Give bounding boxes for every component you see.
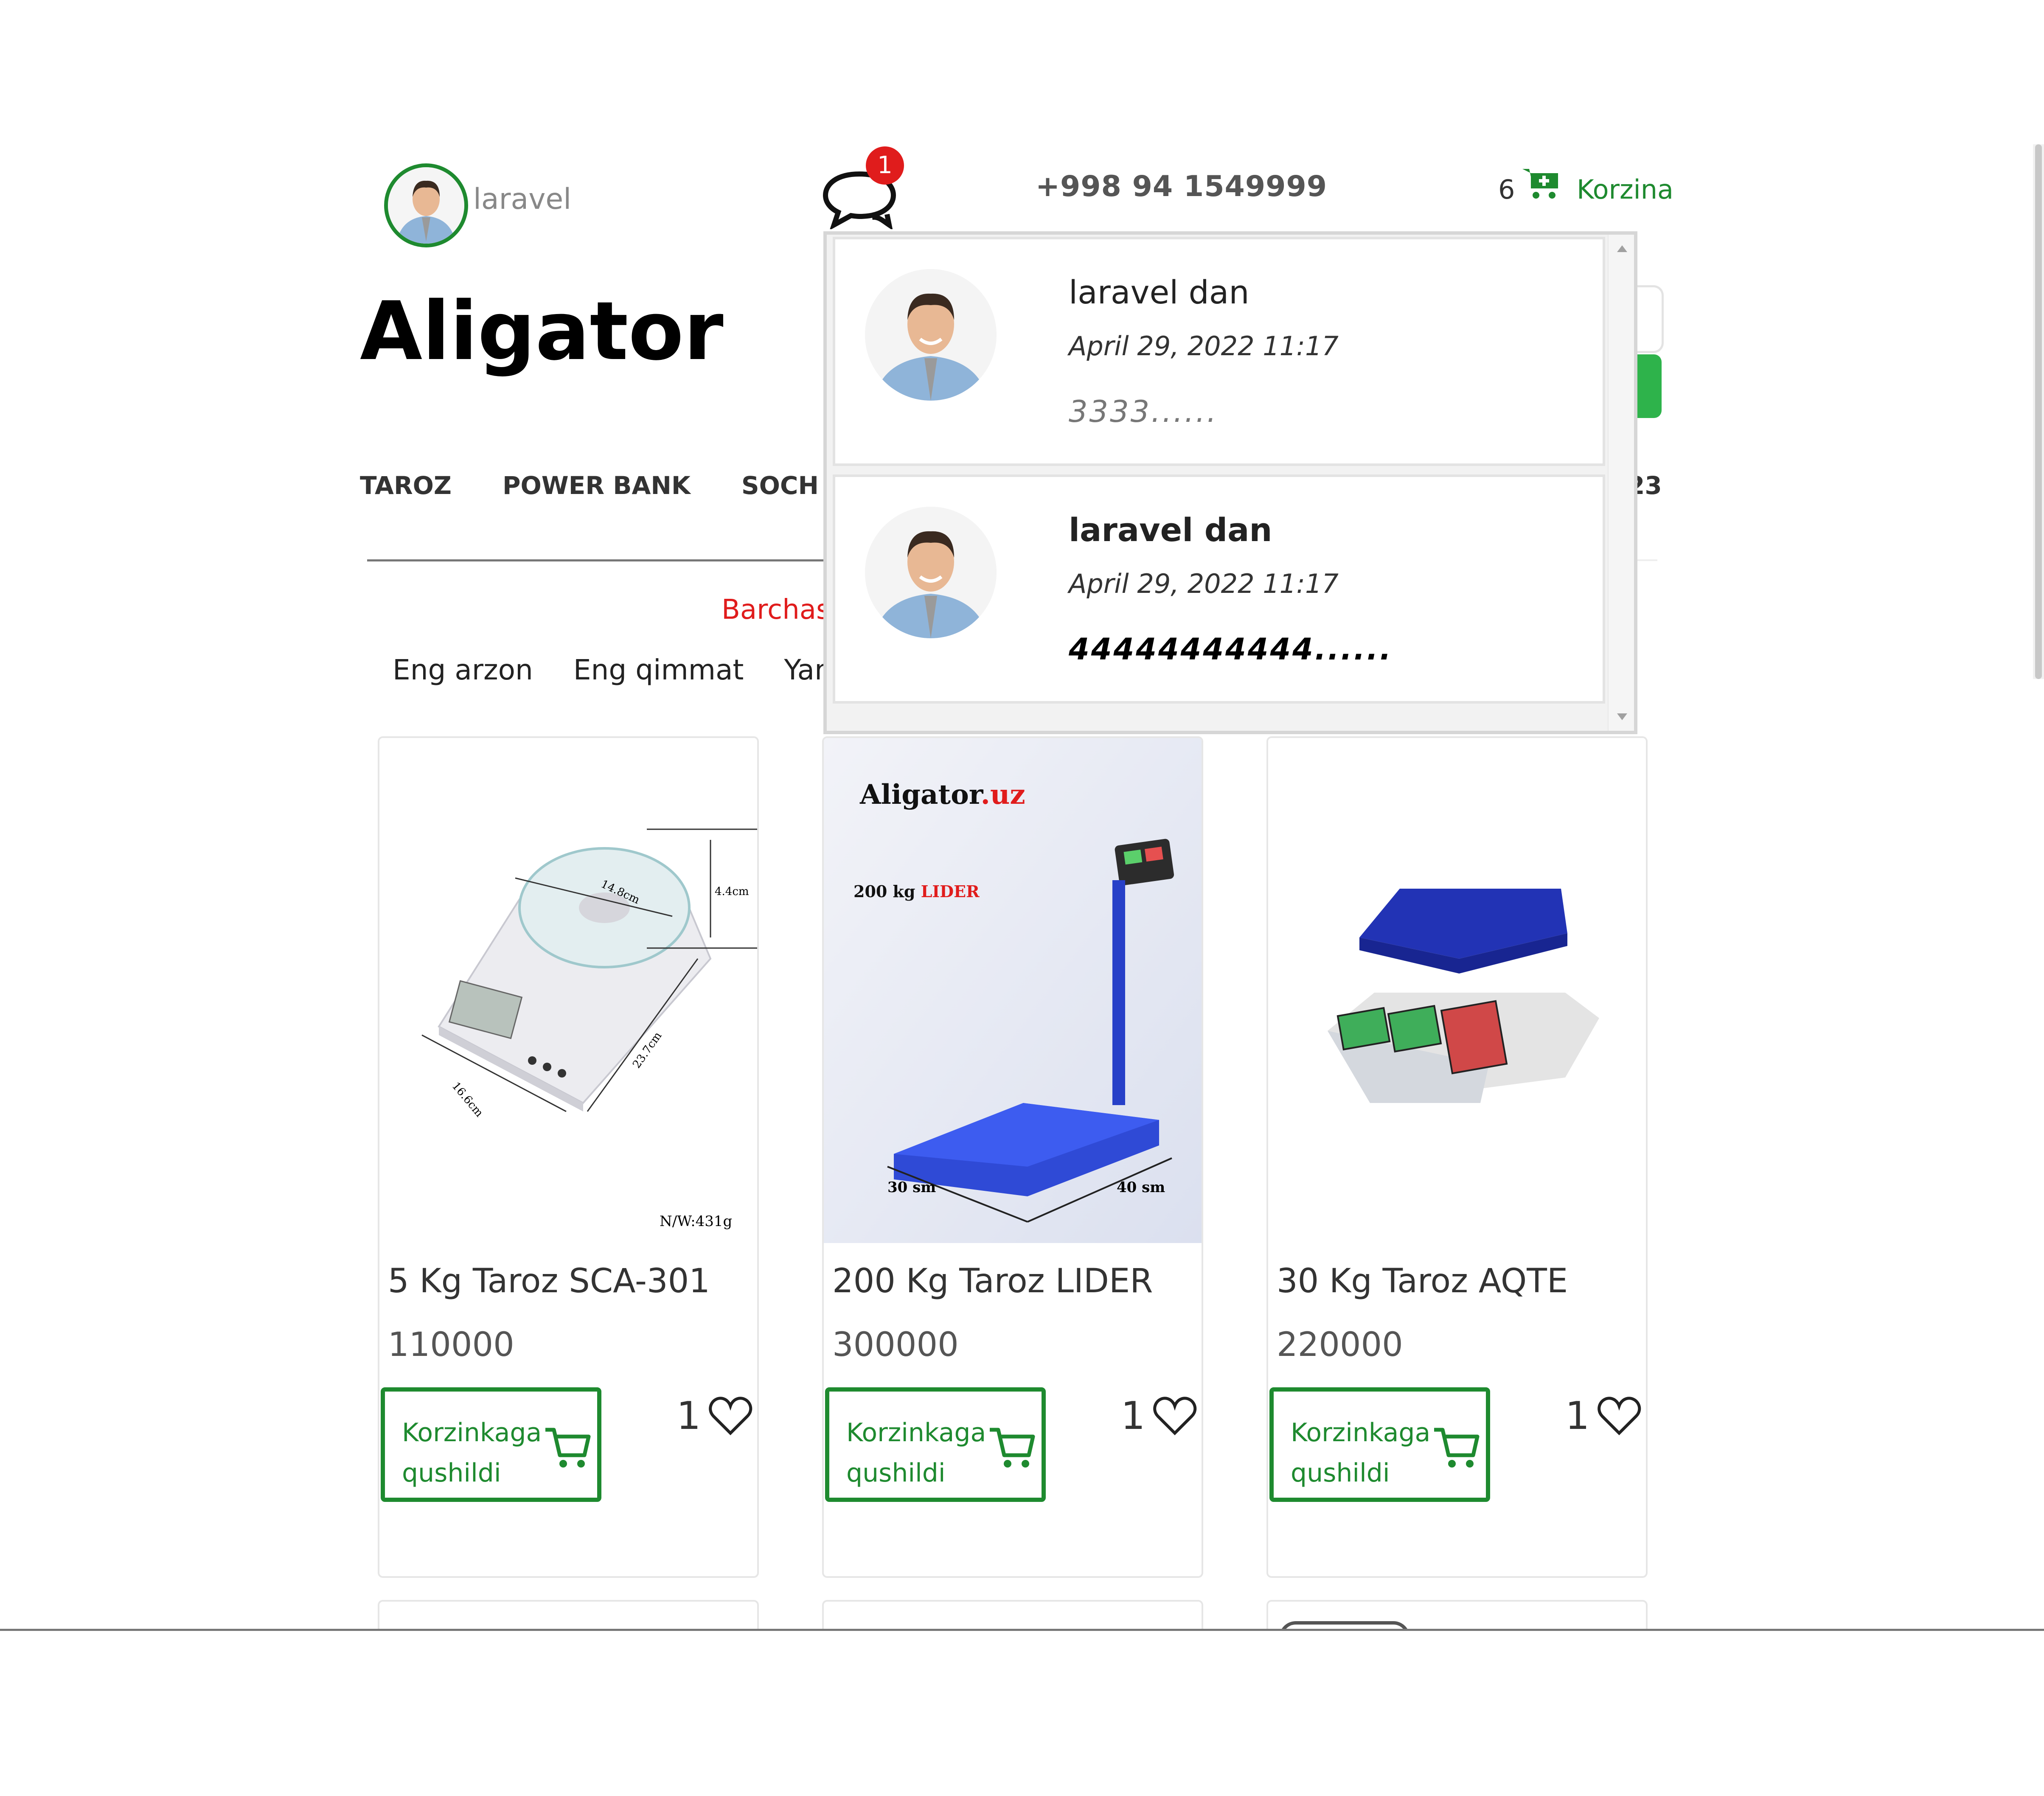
message-sender: laravel dan	[1069, 273, 1249, 311]
image-dimension-label: 40 sm	[1117, 1179, 1165, 1196]
sort-bar: Eng arzon Eng qimmat Yang	[393, 654, 850, 686]
image-dimension-label: 30 sm	[887, 1179, 936, 1196]
image-brand-suffix: .uz	[981, 779, 1025, 811]
cart-plus-icon[interactable]	[1522, 166, 1560, 200]
svg-text:Aligator.uz: Aligator.uz	[859, 779, 1025, 811]
add-to-cart-label: Korzinkaga qushildi	[846, 1418, 986, 1488]
sender-avatar	[865, 269, 997, 401]
add-to-cart-button[interactable]: Korzinkaga qushildi	[825, 1387, 1046, 1502]
blank-area	[0, 1631, 2044, 1796]
message-sender: laravel dan	[1069, 511, 1272, 549]
sender-avatar	[865, 507, 997, 638]
message-date: April 29, 2022 11:17	[1069, 568, 1339, 599]
phone-number[interactable]: +998 94 1549999	[1036, 170, 1327, 203]
like-count: 1	[677, 1394, 701, 1438]
add-to-cart-button[interactable]: Korzinkaga qushildi	[381, 1387, 601, 1502]
product-name[interactable]: 5 Kg Taroz SCA-301	[388, 1262, 710, 1300]
svg-text:200 kg LIDER: 200 kg LIDER	[854, 882, 980, 901]
user-avatar[interactable]	[384, 163, 468, 247]
image-weight-label: N/W:431g	[660, 1213, 732, 1230]
cart-icon	[545, 1428, 591, 1468]
image-brand: Aligator	[859, 779, 984, 811]
message-date: April 29, 2022 11:17	[1069, 331, 1339, 362]
page-scrollbar-thumb[interactable]	[2035, 144, 2042, 679]
like-count: 1	[1121, 1394, 1146, 1438]
dropdown-scrollbar[interactable]	[1608, 235, 1634, 731]
image-model-weight: 200 kg	[854, 882, 921, 901]
message-item[interactable]: laravel dan April 29, 2022 11:17 3333...…	[833, 237, 1605, 466]
product-name[interactable]: 30 Kg Taroz AQTE	[1277, 1262, 1568, 1300]
product-card[interactable]: 14.8cm 4.4cm 16.6cm 23.7cm N/W:431g 5 Kg…	[378, 736, 759, 1578]
add-to-cart-label: Korzinkaga qushildi	[402, 1418, 542, 1488]
username-label[interactable]: laravel	[473, 182, 571, 216]
heart-icon[interactable]	[708, 1395, 753, 1437]
like-count: 1	[1565, 1394, 1590, 1438]
category-power-bank[interactable]: POWER BANK	[503, 471, 691, 509]
heart-icon[interactable]	[1597, 1395, 1642, 1437]
cart-link[interactable]: Korzina	[1577, 174, 1673, 205]
category-nav: TAROZ POWER BANK SOCH OL	[360, 471, 864, 509]
product-card[interactable]: 30 Kg Taroz AQTE 220000 Korzinkaga qushi…	[1266, 736, 1648, 1578]
sort-cheapest[interactable]: Eng arzon	[393, 654, 533, 686]
site-logo[interactable]: Aligator	[360, 284, 724, 378]
divider	[367, 559, 825, 561]
cart-icon	[990, 1428, 1035, 1468]
chat-notification-badge: 1	[866, 146, 904, 185]
image-model-name: LIDER	[921, 882, 980, 901]
category-taroz[interactable]: TAROZ	[360, 471, 452, 509]
heart-icon[interactable]	[1153, 1395, 1197, 1437]
image-dimension-label: 4.4cm	[715, 885, 749, 898]
add-to-cart-label: Korzinkaga qushildi	[1291, 1418, 1431, 1488]
product-image[interactable]: Aligator.uz 200 kg LIDER 30 sm 40 sm	[824, 738, 1202, 1243]
sort-most-expensive[interactable]: Eng qimmat	[573, 654, 744, 686]
message-item[interactable]: laravel dan April 29, 2022 11:17 4444444…	[833, 474, 1605, 704]
cart-icon	[1434, 1428, 1480, 1468]
product-price: 300000	[832, 1326, 959, 1364]
scroll-down-icon[interactable]	[1617, 713, 1627, 720]
cart-count: 6	[1498, 174, 1515, 205]
message-preview: 3333......	[1069, 394, 1218, 429]
message-preview: 44444444444......	[1069, 632, 1393, 667]
product-price: 110000	[388, 1326, 514, 1364]
product-name[interactable]: 200 Kg Taroz LIDER	[832, 1262, 1153, 1300]
product-image[interactable]	[1268, 738, 1646, 1243]
scroll-up-icon[interactable]	[1617, 245, 1627, 252]
filter-all-link[interactable]: Barchasi	[722, 594, 838, 626]
product-price: 220000	[1277, 1326, 1403, 1364]
add-to-cart-button[interactable]: Korzinkaga qushildi	[1269, 1387, 1490, 1502]
product-image[interactable]: 14.8cm 4.4cm 16.6cm 23.7cm N/W:431g	[379, 738, 757, 1243]
messages-dropdown: laravel dan April 29, 2022 11:17 3333...…	[823, 231, 1637, 734]
product-card[interactable]: Aligator.uz 200 kg LIDER 30 sm 40 sm 200…	[822, 736, 1203, 1578]
